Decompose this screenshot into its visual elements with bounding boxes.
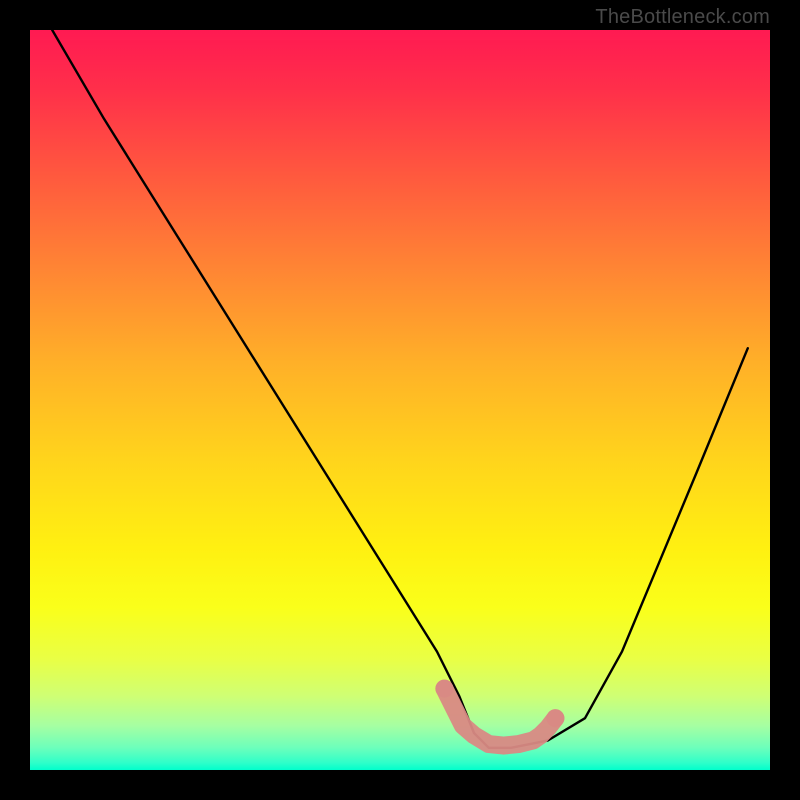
chart-plot-area (30, 30, 770, 770)
bottleneck-curve (52, 30, 748, 748)
chart-frame: TheBottleneck.com (0, 0, 800, 800)
chart-svg (30, 30, 770, 770)
optimal-range-highlight (435, 680, 564, 746)
watermark-text: TheBottleneck.com (595, 6, 770, 29)
